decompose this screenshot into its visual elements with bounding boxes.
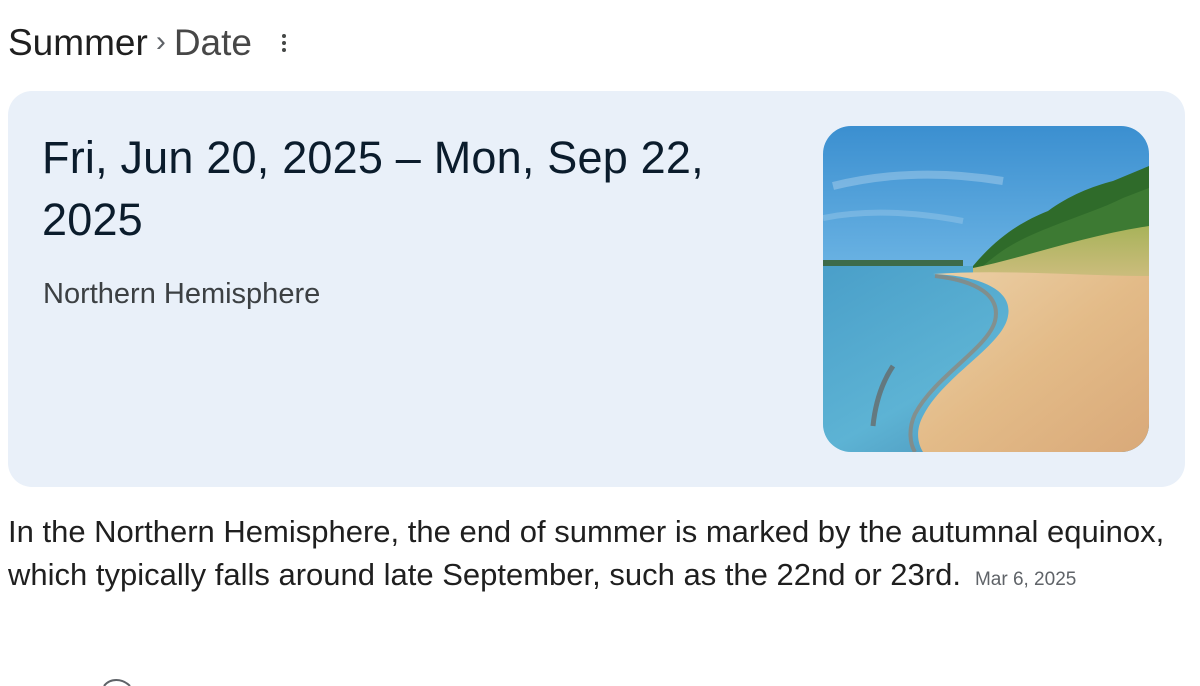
dot: [281, 48, 286, 52]
snippet-date: Mar 6, 2025: [974, 569, 1077, 590]
breadcrumb-separator: ›: [155, 25, 166, 58]
featured-snippet: In the Northern Hemisphere, the end of s…: [8, 510, 1188, 601]
hemisphere-subtitle: Northern Hemisphere: [43, 278, 321, 310]
beach-image[interactable]: [823, 126, 1149, 452]
more-options-icon[interactable]: [274, 26, 294, 60]
breadcrumb-current: Date: [173, 22, 252, 63]
breadcrumb-root[interactable]: Summer: [8, 18, 148, 68]
dot: [281, 41, 286, 45]
breadcrumb: Summer › Date: [8, 18, 294, 68]
date-range-title: Fri, Jun 20, 2025 – Mon, Sep 22, 2025: [42, 132, 704, 245]
answer-card: Fri, Jun 20, 2025 – Mon, Sep 22, 2025 No…: [8, 91, 1185, 487]
dot: [281, 34, 286, 38]
beach-photo: [823, 126, 1149, 452]
cutoff-glyph: [103, 679, 131, 686]
